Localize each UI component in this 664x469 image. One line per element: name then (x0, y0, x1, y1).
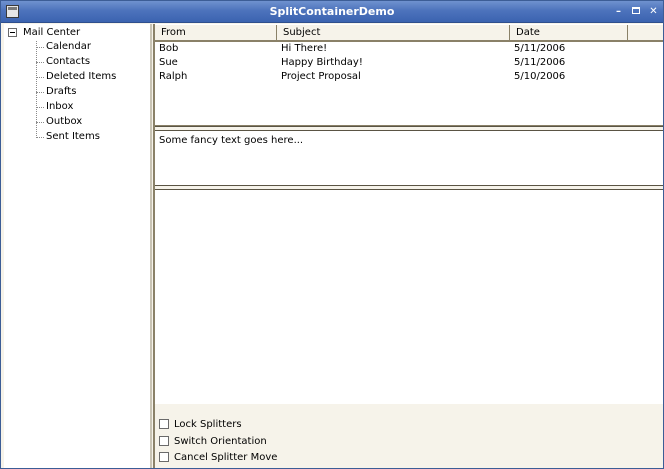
column-header-subject[interactable]: Subject (277, 25, 510, 41)
tree-item-label: Inbox (46, 101, 74, 112)
text-panel-content: Some fancy text goes here... (159, 135, 304, 146)
maximize-button[interactable] (628, 4, 643, 19)
table-row[interactable]: Bob Hi There! 5/11/2006 (155, 42, 663, 56)
tree-branch-line (36, 47, 44, 48)
tree-branch-line (36, 77, 44, 78)
tree-item-label: Calendar (46, 41, 91, 52)
cell-subject: Project Proposal (281, 71, 361, 82)
close-button[interactable]: ✕ (646, 4, 661, 19)
cell-from: Ralph (159, 71, 188, 82)
tree-item-label: Deleted Items (46, 71, 117, 82)
tree-branch-line (36, 107, 44, 108)
options-panel: Lock Splitters Switch Orientation Cancel… (153, 404, 663, 468)
tree-item-label: Outbox (46, 116, 83, 127)
checkbox-label: Lock Splitters (174, 419, 242, 430)
bottom-panel (155, 190, 663, 404)
folder-tree[interactable]: Mail Center Calendar Contacts Deleted It… (4, 24, 152, 468)
tree-branch-line (36, 62, 44, 63)
collapse-icon[interactable] (8, 28, 17, 37)
column-header-from[interactable]: From (155, 25, 277, 41)
message-list[interactable]: From Subject Date Bob Hi There! 5/11/200… (155, 24, 663, 126)
tree-branch-line (36, 92, 44, 93)
tree-item-label: Drafts (46, 86, 77, 97)
window-title: SplitContainerDemo (269, 5, 395, 18)
checkbox-label: Cancel Splitter Move (174, 452, 278, 463)
checkbox-label: Switch Orientation (174, 436, 267, 447)
cell-subject: Happy Birthday! (281, 57, 363, 68)
cell-date: 5/11/2006 (514, 43, 566, 54)
cell-from: Sue (159, 57, 178, 68)
cell-from: Bob (159, 43, 179, 54)
tree-branch-line (36, 122, 44, 123)
column-header-filler (628, 25, 663, 41)
app-window: SplitContainerDemo – ✕ Mail Center Calen… (0, 0, 664, 469)
list-header: From Subject Date (155, 24, 663, 42)
table-row[interactable]: Ralph Project Proposal 5/10/2006 (155, 70, 663, 84)
title-bar[interactable]: SplitContainerDemo – ✕ (1, 1, 663, 23)
minimize-button[interactable]: – (611, 4, 626, 19)
tree-branch-line (36, 137, 44, 138)
split-container-right: From Subject Date Bob Hi There! 5/11/200… (153, 24, 663, 404)
table-row[interactable]: Sue Happy Birthday! 5/11/2006 (155, 56, 663, 70)
cell-date: 5/10/2006 (514, 71, 566, 82)
maximize-icon (631, 7, 640, 14)
text-panel[interactable]: Some fancy text goes here... (155, 131, 663, 185)
tree-connector-line (36, 41, 37, 138)
tree-item-label: Sent Items (46, 131, 100, 142)
column-header-date[interactable]: Date (510, 25, 628, 41)
checkbox-box[interactable] (159, 436, 169, 446)
tree-root-mail-center[interactable]: Mail Center (23, 27, 80, 39)
cell-date: 5/11/2006 (514, 57, 566, 68)
tree-item-label: Contacts (46, 56, 91, 67)
cell-subject: Hi There! (281, 43, 328, 54)
checkbox-box[interactable] (159, 419, 169, 429)
checkbox-box[interactable] (159, 452, 169, 462)
